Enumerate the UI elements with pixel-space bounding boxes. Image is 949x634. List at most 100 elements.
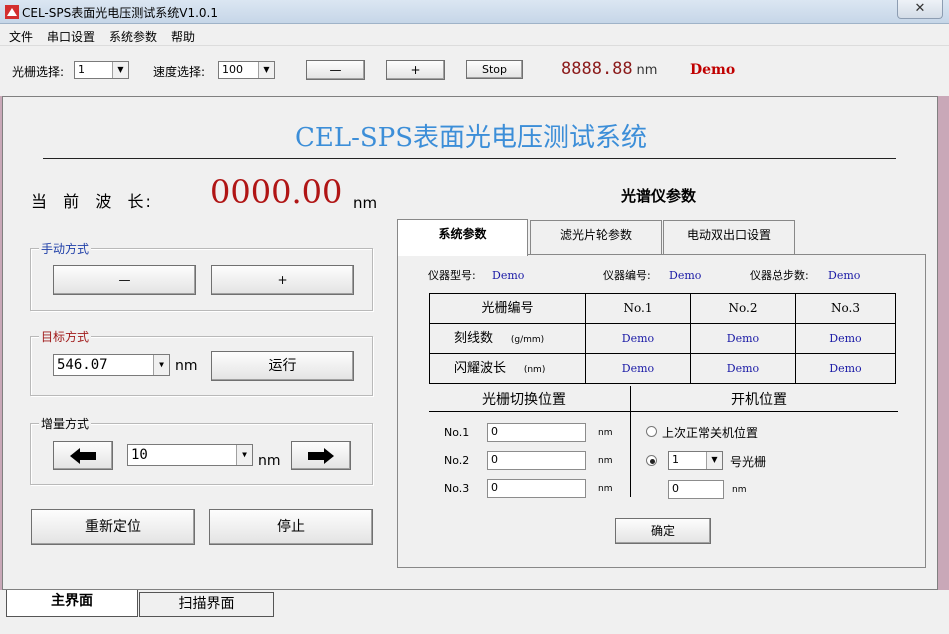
grating-table: 光栅编号 No.1 No.2 No.3 刻线数 (g/mm) Demo Demo…: [429, 293, 896, 384]
chevron-down-icon[interactable]: ▼: [153, 355, 169, 375]
row-label-unit: (nm): [523, 365, 546, 375]
switch-no3-label: No.3: [444, 482, 470, 495]
manual-plus-button[interactable]: +: [211, 265, 354, 295]
switch-no2-input[interactable]: 0: [487, 451, 586, 470]
reposition-button[interactable]: 重新定位: [31, 509, 195, 545]
tab-main[interactable]: 主界面: [6, 590, 138, 617]
table-header: No.1: [585, 293, 691, 324]
table-cell: Demo: [690, 323, 796, 354]
arrow-right-icon: [308, 448, 334, 464]
target-wavelength-value: 546.07: [57, 357, 108, 373]
switch-no2-label: No.2: [444, 454, 470, 467]
steps-label: 仪器总步数:: [750, 269, 809, 282]
chevron-down-icon[interactable]: ▼: [258, 62, 274, 78]
speed-select[interactable]: 100 ▼: [218, 61, 275, 79]
switch-no2-unit: nm: [598, 456, 613, 466]
wavelength-display: 8888.88 nm: [561, 59, 657, 79]
switch-no3-input[interactable]: 0: [487, 479, 586, 498]
target-wavelength-combo[interactable]: 546.07 ▼: [53, 354, 170, 376]
switch-no1-input[interactable]: 0: [487, 423, 586, 442]
manual-minus-button[interactable]: —: [53, 265, 196, 295]
startup-grating-value: 1: [672, 453, 679, 466]
increment-combo[interactable]: 10 ▼: [127, 444, 253, 466]
stop-button[interactable]: 停止: [209, 509, 373, 545]
switch-no1-unit: nm: [598, 428, 613, 438]
table-header: No.3: [795, 293, 896, 324]
title-bar: CEL-SPS表面光电压测试系统V1.0.1 ✕: [0, 0, 949, 24]
tab-system-params[interactable]: 系统参数: [397, 219, 528, 256]
menu-help[interactable]: 帮助: [171, 28, 195, 45]
startup-position-input[interactable]: 0: [668, 480, 724, 499]
grating-select[interactable]: 1 ▼: [74, 61, 129, 79]
toolbar: 光栅选择: 1 ▼ 速度选择: 100 ▼ — + Stop 8888.88 n…: [0, 46, 949, 96]
table-cell: Demo: [585, 353, 691, 384]
window-title: CEL-SPS表面光电压测试系统V1.0.1: [22, 6, 218, 20]
confirm-button[interactable]: 确定: [615, 518, 711, 544]
tab-dual-exit[interactable]: 电动双出口设置: [663, 220, 795, 254]
radio-grating[interactable]: [646, 455, 657, 466]
switch-position-title: 光栅切换位置: [482, 392, 566, 408]
switch-no3-unit: nm: [598, 484, 613, 494]
toolbar-stop-button[interactable]: Stop: [466, 60, 523, 79]
tab-content: 仪器型号: Demo 仪器编号: Demo 仪器总步数: Demo 光栅编号 N…: [397, 254, 926, 568]
startup-divider: [631, 411, 898, 412]
current-wavelength-value: 0000.00: [210, 173, 343, 211]
radio-last-shutdown[interactable]: [646, 426, 657, 437]
table-row-label: 刻线数 (g/mm): [429, 323, 586, 354]
tab-scan[interactable]: 扫描界面: [139, 592, 274, 617]
grating-select-label: 光栅选择:: [12, 65, 65, 79]
increment-value: 10: [131, 447, 148, 463]
table-row-label: 闪耀波长 (nm): [429, 353, 586, 384]
chevron-down-icon[interactable]: ▼: [236, 445, 252, 465]
radio-last-shutdown-label: 上次正常关机位置: [662, 426, 759, 440]
startup-grating-select[interactable]: 1 ▼: [668, 451, 723, 470]
grating-select-value: 1: [78, 63, 85, 76]
table-header: 光栅编号: [429, 293, 586, 324]
current-wavelength-unit: nm: [353, 194, 378, 212]
menu-system-params[interactable]: 系统参数: [109, 28, 157, 45]
current-wavelength-label: 当 前 波 长:: [31, 192, 153, 211]
target-unit: nm: [175, 358, 198, 374]
increment-unit: nm: [258, 453, 281, 469]
section-divider: [630, 386, 631, 497]
row-label-unit: (g/mm): [510, 335, 545, 345]
arrow-left-icon: [70, 448, 96, 464]
chevron-down-icon[interactable]: ▼: [706, 452, 722, 469]
model-label: 仪器型号:: [428, 269, 476, 282]
target-mode-title: 目标方式: [39, 328, 92, 345]
radio-selected-dot: [650, 459, 655, 464]
menu-file[interactable]: 文件: [9, 28, 33, 45]
wavelength-unit: nm: [636, 63, 658, 78]
startup-position-title: 开机位置: [731, 392, 787, 408]
increment-mode-title: 增量方式: [39, 415, 92, 432]
toolbar-minus-button[interactable]: —: [306, 60, 365, 80]
menu-serial-settings[interactable]: 串口设置: [47, 28, 95, 45]
switch-divider: [429, 411, 631, 412]
row-label-text: 刻线数: [454, 331, 494, 346]
chevron-down-icon[interactable]: ▼: [112, 62, 128, 78]
manual-mode-title: 手动方式: [39, 240, 92, 257]
model-value: Demo: [492, 269, 525, 282]
row-label-text: 闪耀波长: [454, 361, 507, 376]
run-button[interactable]: 运行: [211, 351, 354, 381]
table-header: No.2: [690, 293, 796, 324]
page-title: CEL-SPS表面光电压测试系统: [294, 123, 648, 153]
table-cell: Demo: [795, 323, 896, 354]
table-cell: Demo: [690, 353, 796, 384]
spectrometer-title: 光谱仪参数: [621, 187, 697, 205]
close-button[interactable]: ✕: [897, 0, 943, 19]
speed-select-value: 100: [222, 63, 243, 76]
tab-filter-wheel[interactable]: 滤光片轮参数: [530, 220, 662, 254]
step-forward-button[interactable]: [291, 441, 351, 470]
startup-position-unit: nm: [732, 485, 747, 495]
steps-value: Demo: [828, 269, 861, 282]
title-divider: [43, 158, 896, 159]
app-logo-icon: [5, 5, 19, 19]
step-back-button[interactable]: [53, 441, 113, 470]
switch-no1-label: No.1: [444, 426, 470, 439]
startup-grating-suffix: 号光栅: [730, 455, 767, 469]
serial-value: Demo: [669, 269, 702, 282]
table-cell: Demo: [585, 323, 691, 354]
toolbar-plus-button[interactable]: +: [386, 60, 445, 80]
demo-badge: Demo: [690, 62, 736, 78]
